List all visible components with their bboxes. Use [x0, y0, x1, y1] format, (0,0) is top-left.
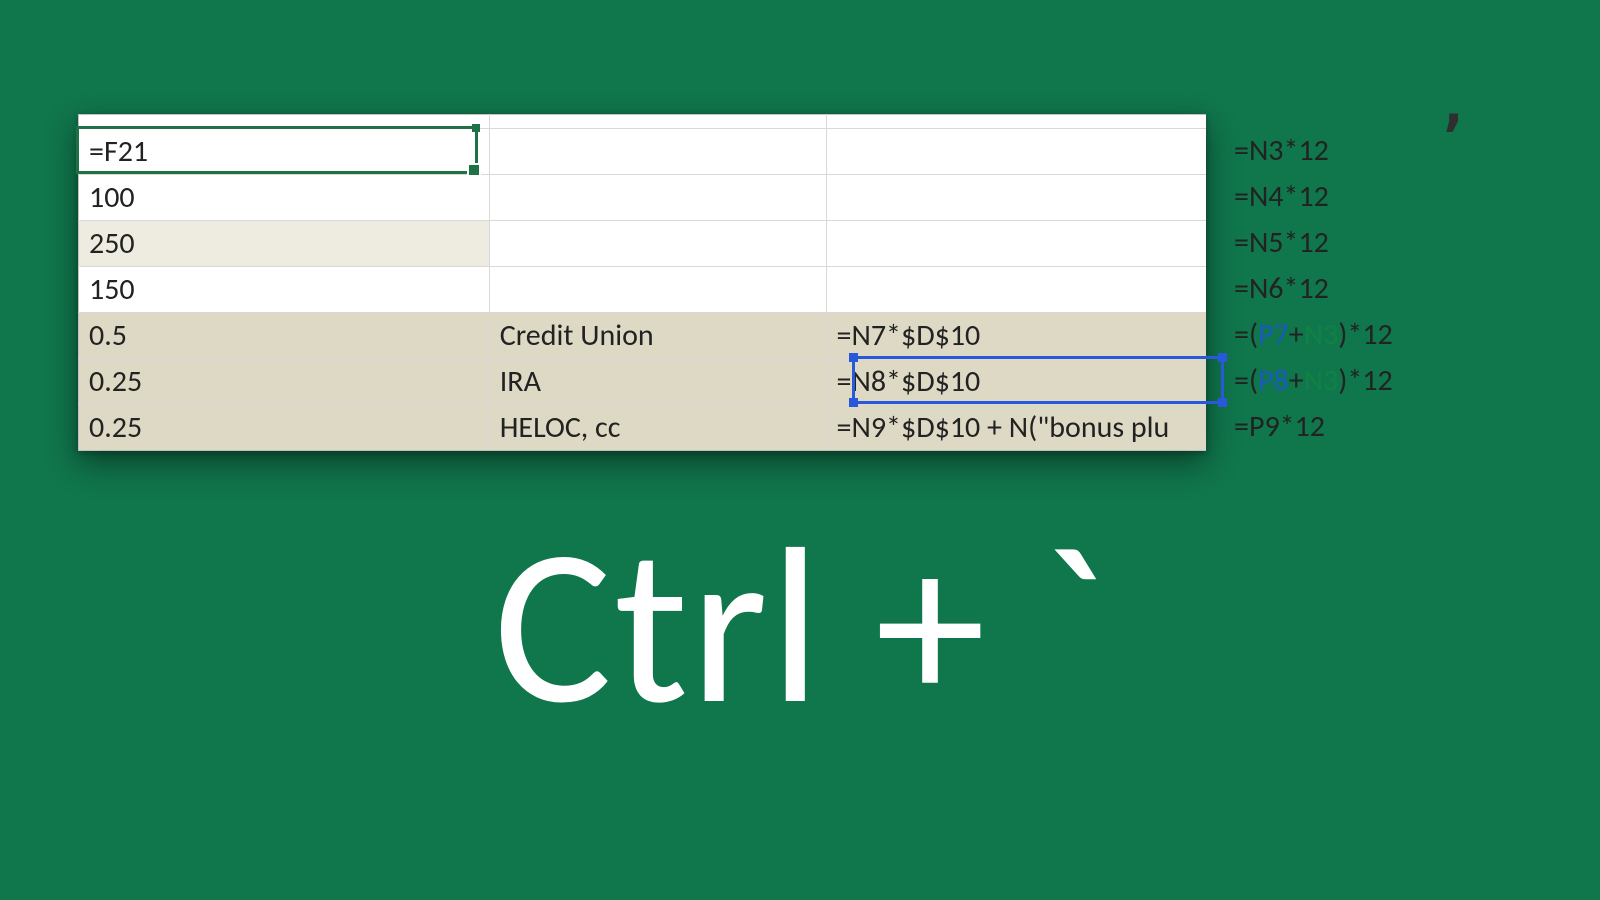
cell-value[interactable]: 0.25: [79, 405, 490, 451]
cell-formula2[interactable]: =N4*12: [1234, 174, 1329, 220]
spreadsheet-fragment: =F21 100 250 150 0.5 Credit Unio: [78, 114, 1206, 451]
cell-label[interactable]: [489, 267, 826, 313]
cell-formula[interactable]: =N7*$D$10: [826, 313, 1206, 359]
table-row[interactable]: 100: [79, 175, 1207, 221]
cell-value[interactable]: 100: [79, 175, 490, 221]
table-row[interactable]: 0.25 HELOC, cc =N9*$D$10 + N("bonus plu: [79, 405, 1207, 451]
cell-formula2[interactable]: =N6*12: [1234, 266, 1329, 312]
cell-formula[interactable]: [826, 129, 1206, 175]
cell-formula[interactable]: [826, 267, 1206, 313]
cell-label[interactable]: IRA: [489, 359, 826, 405]
cell-formula2[interactable]: =P9*12: [1234, 404, 1325, 450]
formula-grid[interactable]: =F21 100 250 150 0.5 Credit Unio: [78, 114, 1206, 451]
table-row[interactable]: =F21: [79, 129, 1207, 175]
cell-value[interactable]: 250: [79, 221, 490, 267]
cell-formula[interactable]: =N8*$D$10: [826, 359, 1206, 405]
cell-formula2[interactable]: =(P7+N3)*12: [1234, 312, 1393, 358]
comma-flag-icon: ,: [1436, 99, 1471, 111]
cell-label[interactable]: [489, 221, 826, 267]
cell-label[interactable]: [489, 175, 826, 221]
shortcut-caption: Ctrl + `: [0, 515, 1600, 737]
cell-label[interactable]: [489, 129, 826, 175]
cell-formula[interactable]: [826, 221, 1206, 267]
row-stub: [79, 115, 1207, 129]
table-row[interactable]: 150: [79, 267, 1207, 313]
table-row[interactable]: 0.5 Credit Union =N7*$D$10: [79, 313, 1207, 359]
cell-value[interactable]: 0.25: [79, 359, 490, 405]
table-row[interactable]: 250: [79, 221, 1207, 267]
cell-formula[interactable]: [826, 175, 1206, 221]
cell-label[interactable]: Credit Union: [489, 313, 826, 359]
cell-formula[interactable]: =N9*$D$10 + N("bonus plu: [826, 405, 1206, 451]
cell-formula2[interactable]: =N5*12: [1234, 220, 1329, 266]
cell-formula2[interactable]: =N3*12: [1234, 128, 1329, 174]
cell-value[interactable]: 150: [79, 267, 490, 313]
cell-value[interactable]: =F21: [79, 129, 490, 175]
table-row[interactable]: 0.25 IRA =N8*$D$10: [79, 359, 1207, 405]
cell-label[interactable]: HELOC, cc: [489, 405, 826, 451]
cell-formula2[interactable]: =(P8+N3)*12: [1234, 358, 1393, 404]
cell-value[interactable]: 0.5: [79, 313, 490, 359]
